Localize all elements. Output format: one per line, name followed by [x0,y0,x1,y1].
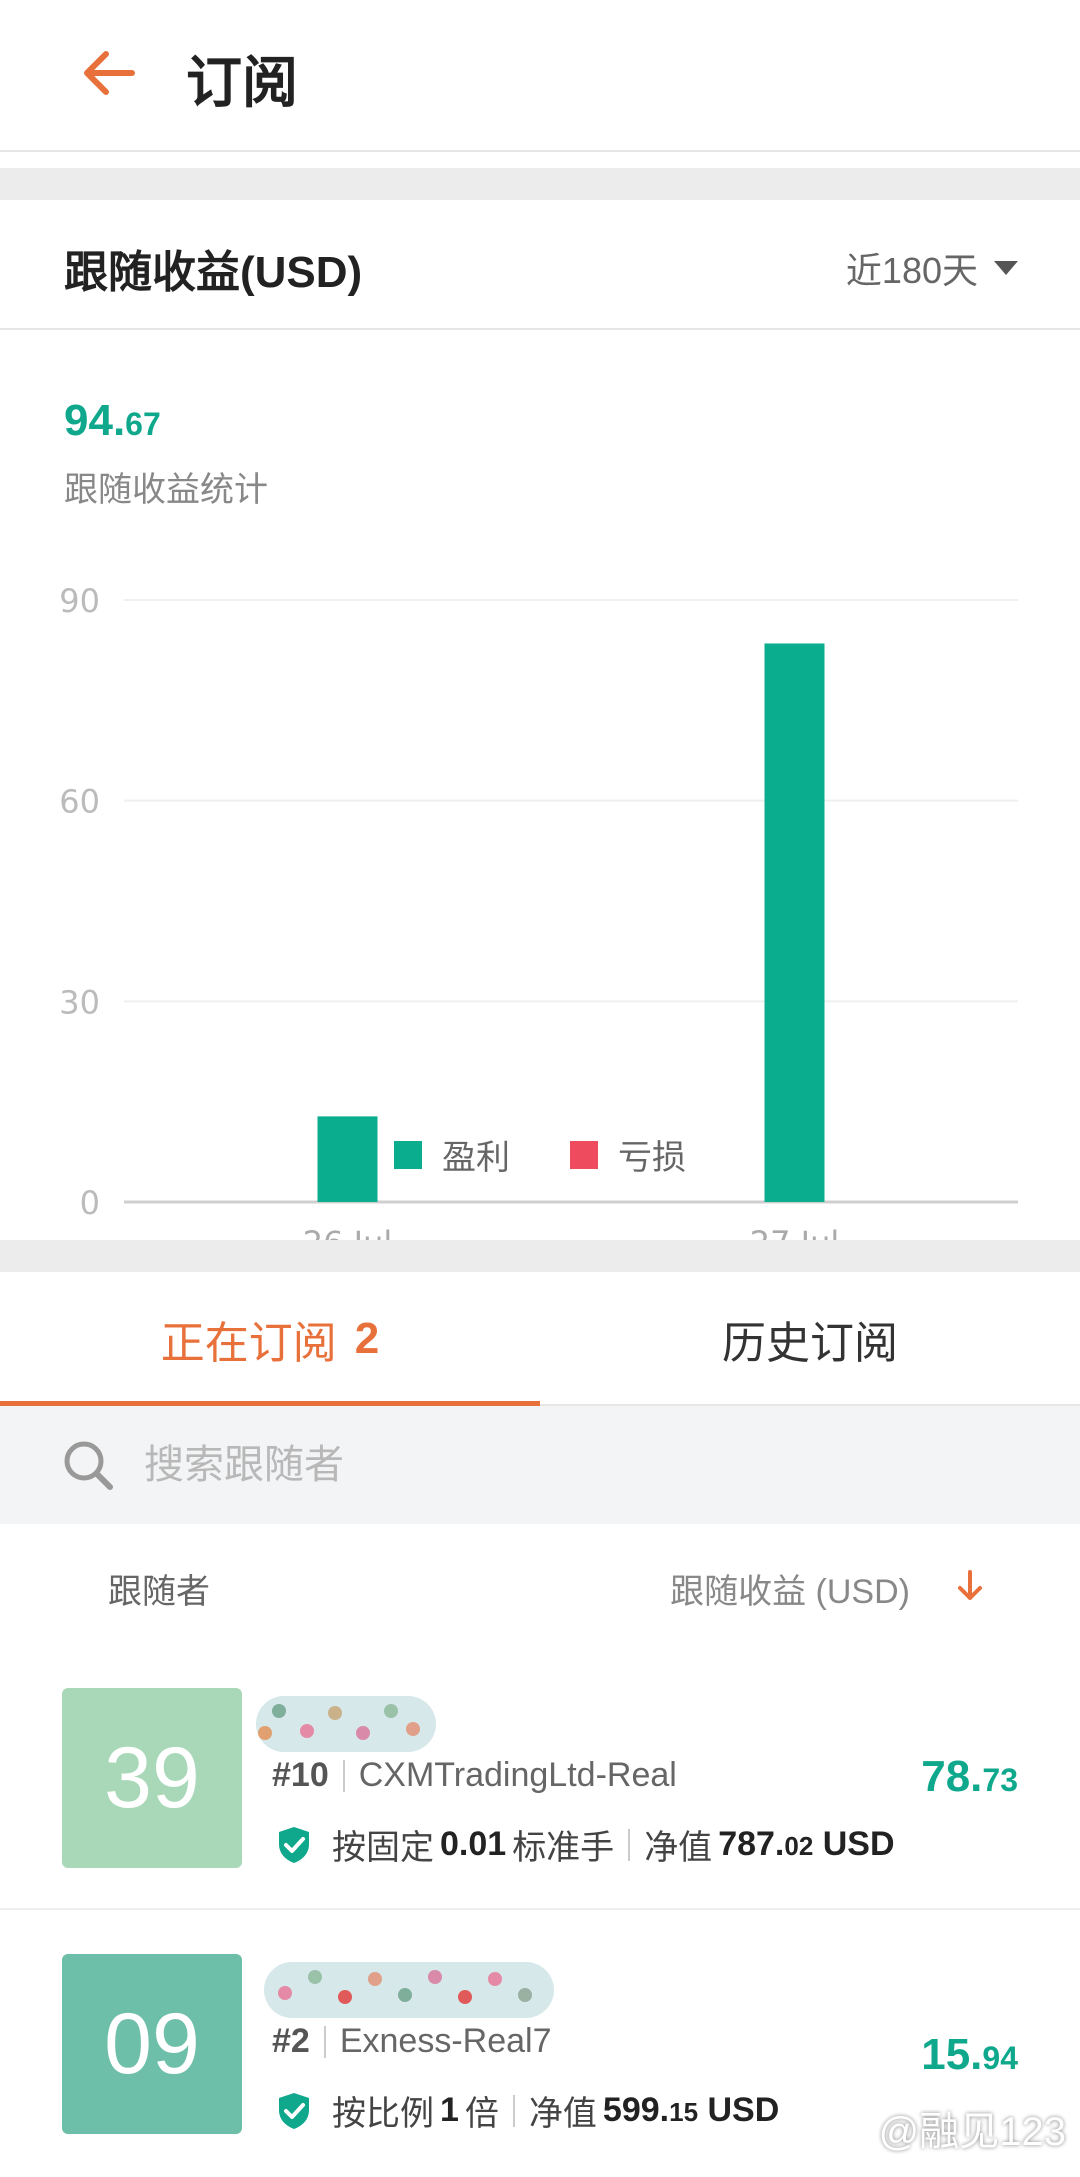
search-icon [64,1441,113,1490]
back-arrow-icon[interactable] [76,40,142,106]
y-tick-label: 60 [59,783,100,821]
legend-loss[interactable]: 亏损 [570,1130,686,1179]
detail-separator [628,1828,631,1861]
copy-mode-value: 0.01 [440,1825,507,1863]
legend-profit-swatch [394,1140,422,1169]
legend-loss-label: 亏损 [618,1139,686,1177]
follower-row[interactable]: 39 #10 CXMTradingLtd-Real 按固定 0.01 标准手 净… [0,1644,1080,1910]
follower-server: CXMTradingLtd-Real [358,1756,677,1794]
y-tick-label: 30 [59,983,100,1021]
app-header: 订阅 [0,0,1080,152]
meta-separator [323,2025,326,2058]
avatar: 39 [62,1688,242,1868]
legend-profit[interactable]: 盈利 [394,1130,510,1179]
follower-profit-int: 78. [921,1752,983,1801]
tab-current-subscriptions[interactable]: 正在订阅 2 [0,1272,540,1406]
total-profit-dec: 67 [125,406,161,442]
search-follower-input[interactable] [144,1442,944,1488]
period-label: 近180天 [845,250,978,291]
subscription-tabs: 正在订阅 2 历史订阅 [0,1272,1080,1406]
copy-mode-suffix: 标准手 [512,1829,615,1867]
watermark: @融见123 [879,2099,1066,2157]
watermark-text: @融见123 [878,2110,1066,2154]
tab-current-count: 2 [354,1314,380,1363]
column-follower: 跟随者 [108,1573,210,1611]
section-title: 跟随收益(USD) [64,248,363,297]
legend-profit-label: 盈利 [442,1139,510,1177]
total-profit-value: 94.67 [64,396,161,446]
follower-meta: #10 CXMTradingLtd-Real [272,1756,677,1795]
equity-label: 净值 [644,1829,713,1867]
follower-profit: 78.73 [921,1752,1018,1802]
equity-value: 599.15 USD [603,2091,779,2130]
equity-int: 599. [602,2091,670,2129]
copy-mode-value: 1 [440,2091,459,2129]
search-bar [0,1406,1080,1524]
equity-unit: USD [707,2091,780,2129]
copy-mode-prefix: 按固定 [332,1829,434,1867]
y-tick-label: 90 [59,582,100,620]
section-divider [0,328,1080,330]
follower-profit: 15.94 [921,2030,1018,2080]
tab-current-label: 正在订阅 [160,1319,337,1368]
profit-section: 跟随收益(USD) 近180天 94.67 跟随收益统计 030609026 J… [0,200,1080,1262]
equity-label: 净值 [528,2095,597,2133]
bar [764,643,825,1202]
period-dropdown[interactable]: 近180天 [846,242,1018,294]
follower-profit-int: 15. [921,2030,983,2079]
detail-separator [512,2094,515,2127]
redacted-name [264,1962,554,2018]
equity-dec: 02 [784,1831,814,1861]
legend-loss-swatch [570,1140,598,1169]
copy-mode-prefix: 按比例 [332,2095,434,2133]
section-gap [0,168,1080,200]
follower-meta: #2 Exness-Real7 [272,2022,551,2061]
shield-check-icon [279,2092,309,2129]
meta-separator [342,1759,345,1792]
total-profit-int: 94. [64,396,126,445]
page-title: 订阅 [186,51,298,114]
follower-rank: #2 [272,2022,310,2060]
follower-detail: 按比例 1 倍 净值 599.15 USD [276,2086,785,2135]
shield-check-icon [279,1826,309,1863]
follower-rank: #10 [272,1756,329,1794]
tab-history-subscriptions[interactable]: 历史订阅 [540,1272,1080,1406]
y-tick-label: 0 [80,1184,100,1222]
total-profit-label: 跟随收益统计 [64,471,268,509]
chart-legend: 盈利 亏损 [0,1130,1080,1179]
follower-detail: 按固定 0.01 标准手 净值 787.02 USD [276,1820,901,1869]
list-header: 跟随者 跟随收益 (USD) [0,1524,1080,1644]
column-profit[interactable]: 跟随收益 (USD) [670,1564,910,1613]
equity-dec: 15 [669,2097,699,2127]
copy-mode-suffix: 倍 [464,2095,499,2133]
equity-unit: USD [822,1825,895,1863]
avatar: 09 [62,1954,242,2134]
section-gap [0,1240,1080,1272]
tab-history-label: 历史订阅 [722,1319,898,1368]
caret-down-icon [994,261,1018,275]
redacted-name [256,1696,436,1752]
equity-value: 787.02 USD [718,1825,894,1864]
follower-profit-dec: 94 [982,2040,1018,2076]
equity-int: 787. [718,1825,785,1863]
sort-down-arrow-icon[interactable] [950,1566,990,1606]
follower-server: Exness-Real7 [339,2022,552,2060]
follower-profit-dec: 73 [982,1762,1018,1798]
